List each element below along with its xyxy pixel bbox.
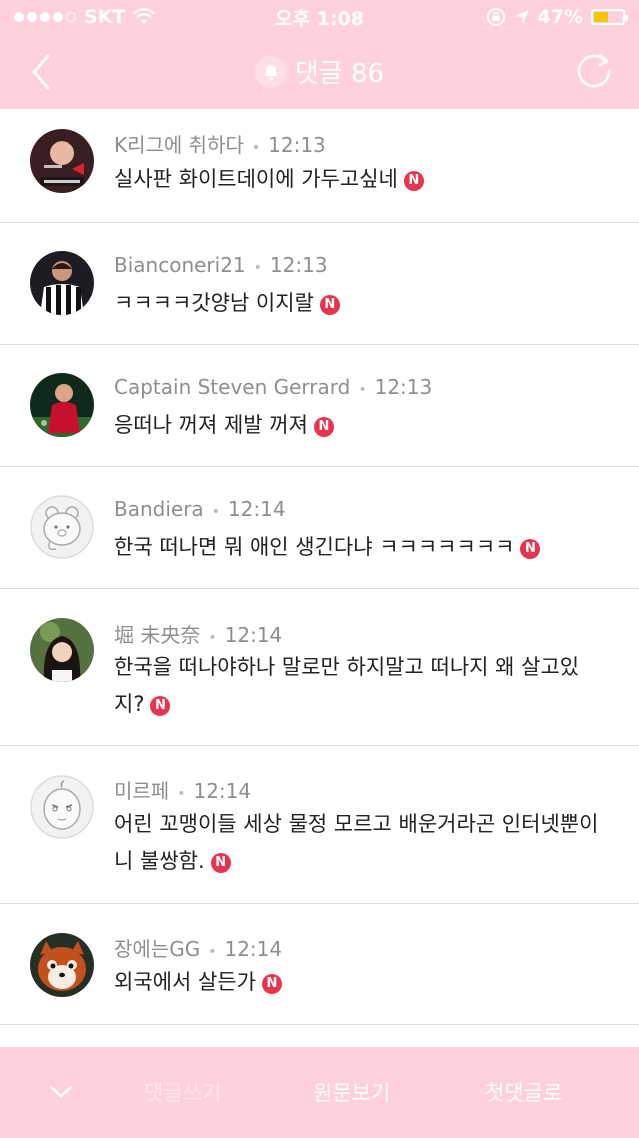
comment-item[interactable]: Captain Steven Gerrard • 12:13 응떠나 꺼져 제발 꺼… (0, 345, 639, 467)
new-badge: N (403, 171, 424, 191)
comment-author[interactable]: Captain Steven Gerrard (114, 375, 350, 399)
comment-meta: Bianconeri21 • 12:13 (114, 253, 328, 277)
comment-text: 실사판 화이트데이에 가두고싶네 N (114, 161, 609, 198)
comment-text-content: 실사판 화이트데이에 가두고싶네 (114, 167, 398, 191)
comment-item[interactable]: K리그에 취하다 • 12:13 실사판 화이트데이에 가두고싶네 N (0, 109, 639, 223)
page-title: 댓글 86 (294, 59, 385, 89)
chevron-down-icon[interactable] (48, 1081, 74, 1101)
page-title-group: 댓글 86 (254, 53, 385, 90)
status-time: 오후 1:08 (275, 7, 364, 30)
comment-text-content: 응떠나 꺼져 제발 꺼져 (114, 413, 308, 437)
comment-text-content: ㅋㅋㅋㅋ갓양남 이지랄 (114, 291, 314, 315)
comment-time: 12:13 (269, 253, 328, 277)
carrier-name: SKT (84, 6, 126, 28)
comment-item[interactable]: Bandiera • 12:14 한국 떠나면 뭐 애인 생긴다냐 ㅋㅋㅋㅋㅋㅋㅋ N (0, 467, 639, 589)
battery-percent: 47% (537, 6, 583, 28)
comment-text-content: 외국에서 살든가 (114, 970, 256, 994)
comment-meta: 堀 未央奈 • 12:14 (114, 623, 283, 647)
avatar[interactable] (30, 933, 94, 997)
new-badge: N (150, 696, 171, 716)
first-comment-button[interactable]: 첫댓글로 (485, 1077, 562, 1107)
comment-text-content: 어린 꼬맹이들 세상 물정 모르고 배운거라곤 인터넷뿐이니 불쌍함. (114, 812, 599, 873)
new-badge: N (261, 974, 282, 994)
wifi-icon (133, 8, 156, 24)
comment-text: 한국을 떠나야하나 말로만 하지말고 떠나지 왜 살고있지? N (114, 649, 609, 723)
location-arrow-icon (514, 10, 529, 24)
comment-time: 12:14 (193, 779, 252, 803)
comment-author[interactable]: 堀 未央奈 (114, 623, 200, 647)
comment-time: 12:14 (224, 623, 283, 647)
comment-author[interactable]: Bandiera (114, 497, 204, 521)
new-badge: N (520, 539, 541, 559)
refresh-icon[interactable] (573, 50, 615, 92)
comment-text: 한국 떠나면 뭐 애인 생긴다냐 ㅋㅋㅋㅋㅋㅋㅋ N (114, 529, 609, 566)
comment-author[interactable]: 미르페 (114, 779, 169, 803)
avatar[interactable] (30, 251, 94, 315)
status-bar: SKT 오후 1:08 47% (0, 0, 639, 34)
comment-meta: 장에는GG • 12:14 (114, 937, 283, 961)
avatar[interactable] (30, 129, 94, 193)
avatar[interactable] (30, 618, 94, 682)
avatar[interactable] (30, 373, 94, 437)
comment-item[interactable]: Bianconeri21 • 12:13 ㅋㅋㅋㅋ갓양남 이지랄 N (0, 223, 639, 345)
comment-author[interactable]: K리그에 취하다 (114, 133, 244, 157)
comment-time: 12:13 (268, 133, 326, 157)
chevron-left-icon[interactable] (24, 52, 60, 92)
new-badge: N (210, 853, 231, 873)
bell-icon (254, 55, 287, 88)
comment-text: 응떠나 꺼져 제발 꺼져 N (114, 407, 609, 444)
comment-meta: 미르페 • 12:14 (114, 779, 252, 803)
comment-item[interactable]: 堀 未央奈 • 12:14 한국을 떠나야하나 말로만 하지말고 떠나지 왜 살고있… (0, 589, 639, 746)
comment-text: ㅋㅋㅋㅋ갓양남 이지랄 N (114, 285, 609, 322)
comment-meta: Captain Steven Gerrard • 12:13 (114, 375, 433, 399)
new-badge: N (319, 295, 340, 315)
signal-strength-icon (14, 12, 76, 22)
comment-time: 12:14 (227, 497, 286, 521)
status-left: SKT (14, 6, 156, 28)
comment-text-content: 한국을 떠나야하나 말로만 하지말고 떠나지 왜 살고있지? (114, 655, 580, 716)
comment-author[interactable]: Bianconeri21 (114, 253, 246, 277)
comment-text: 외국에서 살든가 N (114, 964, 609, 1001)
default-avatar-icon[interactable] (30, 775, 94, 839)
battery-icon (591, 9, 628, 25)
nav-bar: 댓글 86 (0, 34, 639, 109)
comment-meta: Bandiera • 12:14 (114, 497, 286, 521)
comment-time: 12:14 (224, 937, 283, 961)
write-comment-button[interactable]: 댓글쓰기 (144, 1077, 221, 1107)
comment-meta: K리그에 취하다 • 12:13 (114, 133, 326, 157)
comment-text-content: 한국 떠나면 뭐 애인 생긴다냐 ㅋㅋㅋㅋㅋㅋㅋ (114, 535, 515, 559)
comment-list: K리그에 취하다 • 12:13 실사판 화이트데이에 가두고싶네 N Biancon… (0, 109, 639, 1025)
comment-item[interactable]: 장에는GG • 12:14 외국에서 살든가 N (0, 904, 639, 1025)
comment-time: 12:13 (374, 375, 433, 399)
bottom-bar: 댓글쓰기 원문보기 첫댓글로 (0, 1047, 639, 1138)
comment-item[interactable]: 미르페 • 12:14 어린 꼬맹이들 세상 물정 모르고 배운거라곤 인터넷뿐이니… (0, 746, 639, 904)
comment-text: 어린 꼬맹이들 세상 물정 모르고 배운거라곤 인터넷뿐이니 불쌍함. N (114, 806, 609, 880)
rotation-lock-icon (486, 8, 505, 26)
status-right: 47% (486, 6, 628, 28)
comment-author[interactable]: 장에는GG (114, 937, 200, 961)
view-original-button[interactable]: 원문보기 (313, 1077, 390, 1107)
new-badge: N (313, 417, 334, 437)
default-avatar-icon[interactable] (30, 495, 94, 559)
